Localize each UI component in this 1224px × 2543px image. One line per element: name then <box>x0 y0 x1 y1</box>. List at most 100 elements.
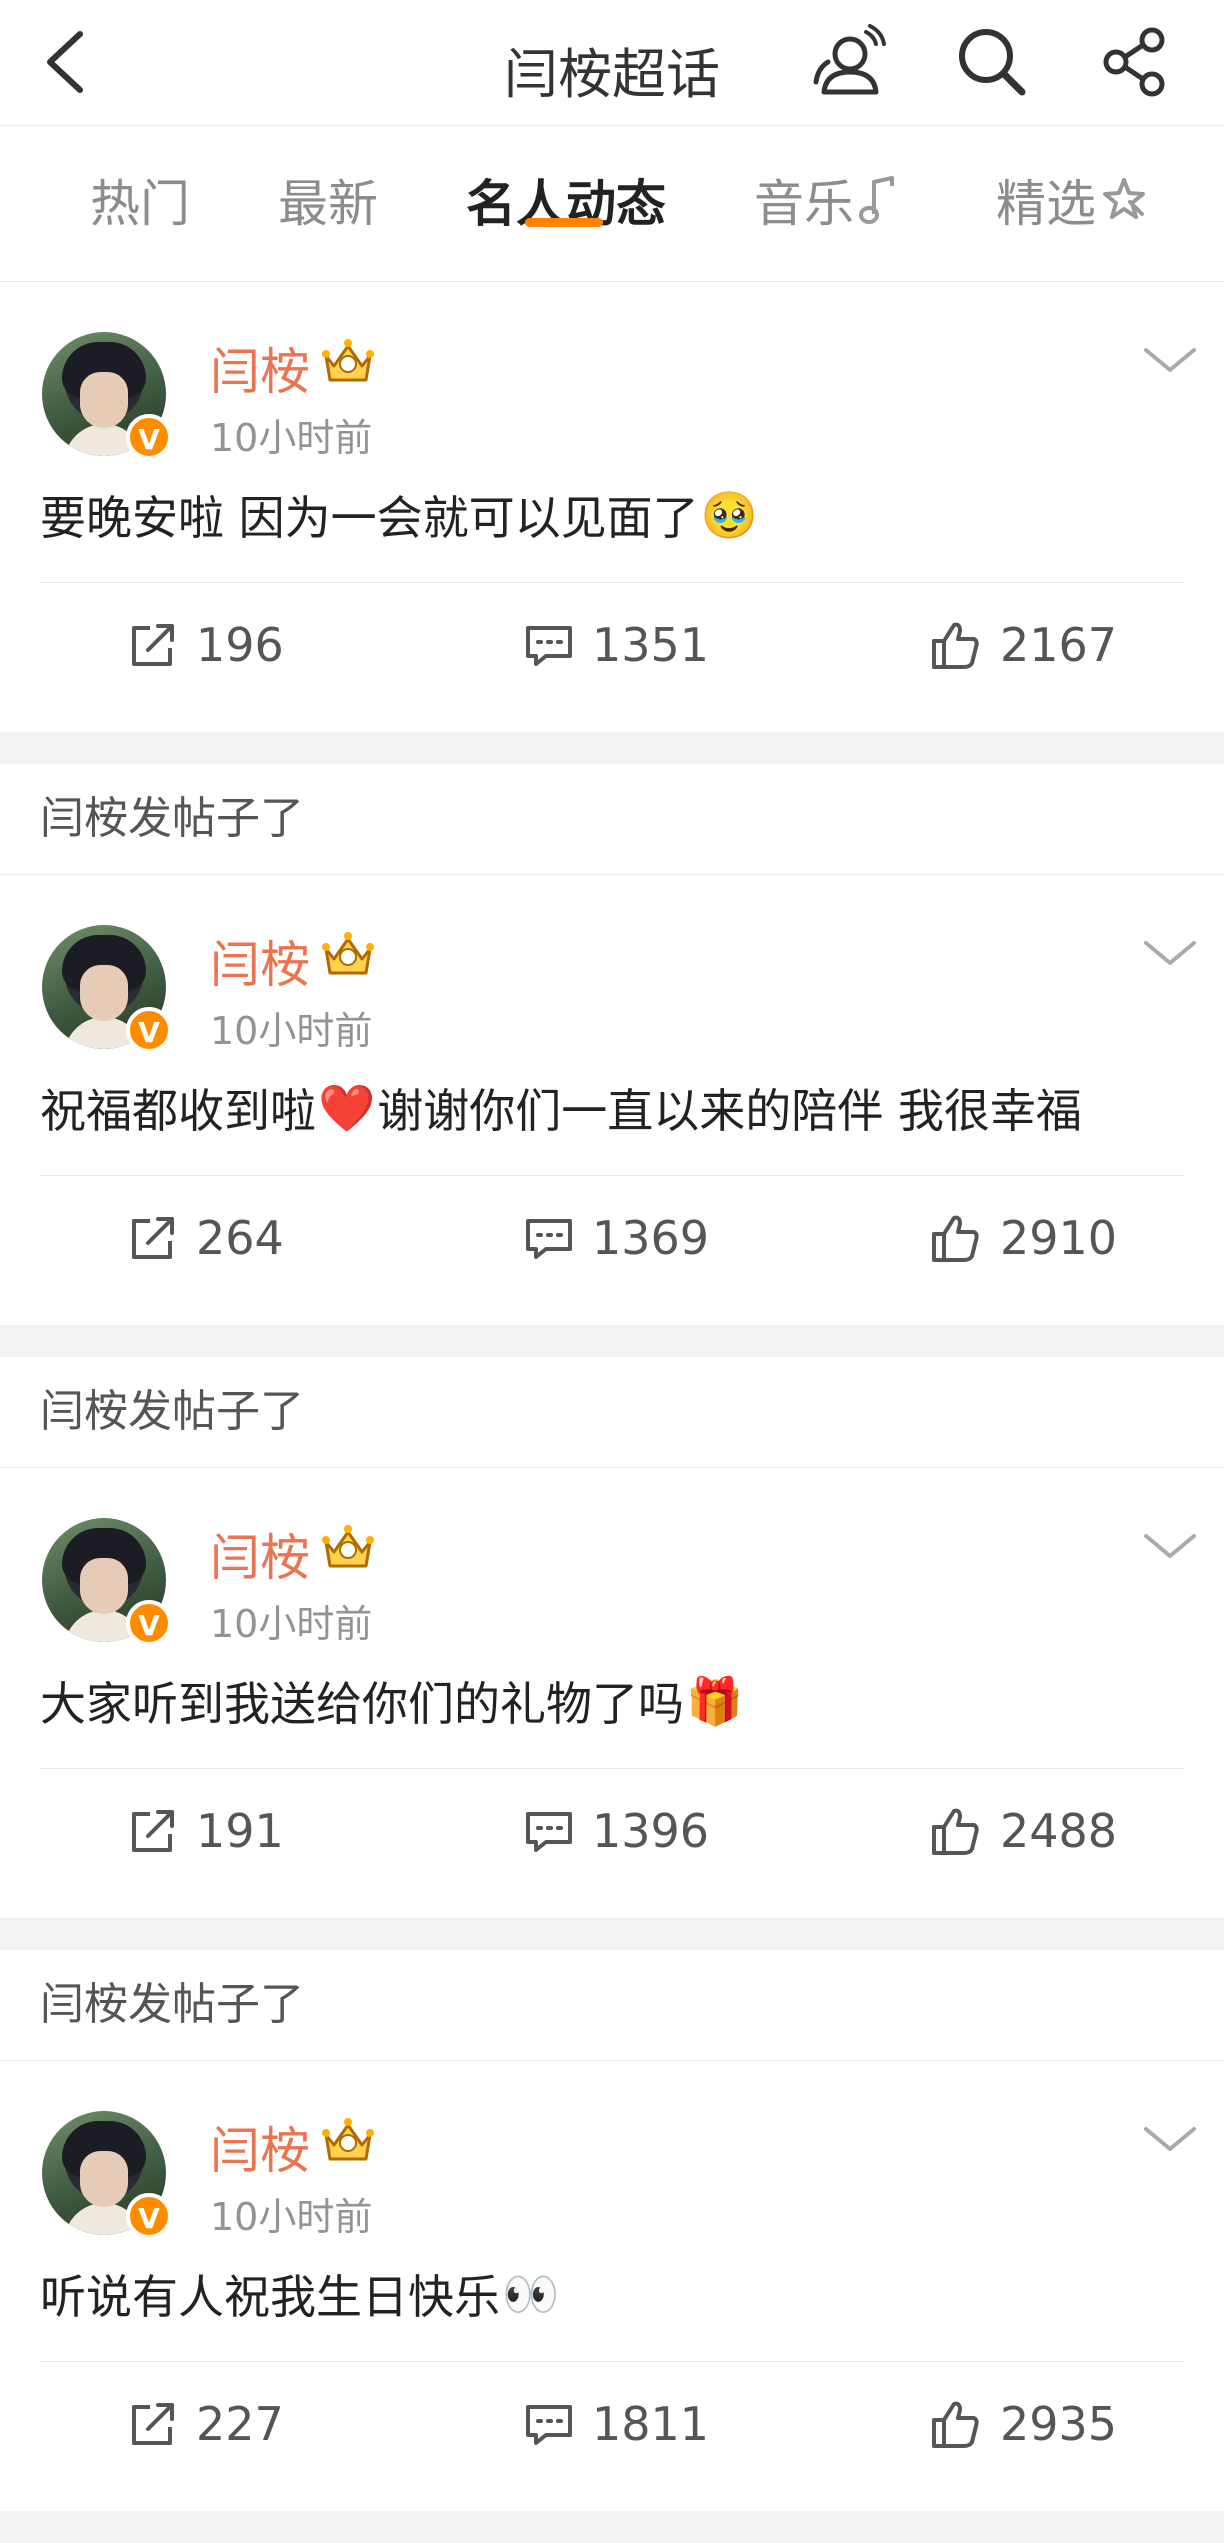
divider <box>40 1768 1184 1769</box>
emoji-icon: 🥹 <box>700 487 758 542</box>
chevron-down-icon[interactable] <box>1140 1526 1200 1566</box>
share-icon[interactable] <box>1096 22 1176 102</box>
post-text-segment: 要晚安啦 因为一会就可以见面了 <box>40 491 699 545</box>
username[interactable]: 闫桉 <box>210 925 310 997</box>
like-button[interactable]: 2935 <box>930 2389 1117 2459</box>
avatar[interactable]: V <box>42 2111 172 2239</box>
comment-icon <box>526 2405 572 2445</box>
back-arrow-icon[interactable] <box>38 28 98 96</box>
thumbs-up-icon <box>932 2401 979 2448</box>
post-text: 要晚安啦 因为一会就可以见面了 🥹 <box>40 482 760 548</box>
active-tab-indicator <box>525 218 603 227</box>
section-label: 闫桉发帖子了 <box>0 1357 1224 1468</box>
comment-button[interactable]: 1396 <box>524 1796 709 1866</box>
comment-button[interactable]: 1811 <box>524 2389 709 2459</box>
crown-badge-icon <box>322 339 374 382</box>
like-count: 2910 <box>1000 1211 1118 1265</box>
tab-label: 音乐 <box>754 175 854 233</box>
tab-featured[interactable]: 精选 <box>996 164 1148 236</box>
post-card[interactable]: V 闫桉 10小时前 听说有人祝我生日快乐 👀 227 1811 2935 <box>0 2061 1224 2511</box>
username[interactable]: 闫桉 <box>210 332 310 404</box>
verified-badge-icon: V <box>126 1600 172 1646</box>
post-time: 10小时前 <box>210 2195 373 2239</box>
repost-button[interactable]: 264 <box>128 1203 284 1273</box>
like-button[interactable]: 2488 <box>930 1796 1117 1866</box>
like-button[interactable]: 2167 <box>930 610 1117 680</box>
repost-button[interactable]: 227 <box>128 2389 284 2459</box>
tab-label: 精选 <box>996 175 1096 233</box>
chevron-down-icon[interactable] <box>1140 340 1200 380</box>
crown-badge-icon <box>322 932 374 975</box>
post-text-segment: 祝福都收到啦 <box>40 1084 316 1138</box>
repost-icon <box>132 2403 174 2445</box>
user-group-icon[interactable] <box>808 22 888 102</box>
section-gap <box>0 732 1224 764</box>
tab-label: 热门 <box>90 175 190 233</box>
verified-badge-icon: V <box>126 2193 172 2239</box>
chevron-down-icon[interactable] <box>1140 2119 1200 2159</box>
section-gap <box>0 1325 1224 1357</box>
emoji-icon: 🎁 <box>686 1673 744 1728</box>
comment-icon <box>526 1219 572 1259</box>
emoji-icon: 👀 <box>502 2266 560 2321</box>
repost-icon <box>132 1217 174 1259</box>
post-text-segment: 谢谢你们一直以来的陪伴 我很幸福 <box>377 1084 1082 1138</box>
post-time: 10小时前 <box>210 416 373 460</box>
tab-hot[interactable]: 热门 <box>90 164 190 236</box>
tab-label: 最新 <box>278 175 378 233</box>
like-count: 2488 <box>1000 1804 1118 1858</box>
tab-music[interactable]: 音乐 <box>754 164 900 236</box>
repost-button[interactable]: 196 <box>128 610 284 680</box>
verified-badge-icon: V <box>126 1007 172 1053</box>
thumbs-up-icon <box>932 1215 979 1262</box>
avatar[interactable]: V <box>42 925 172 1053</box>
tab-latest[interactable]: 最新 <box>278 164 378 236</box>
comment-button[interactable]: 1351 <box>524 610 709 680</box>
section-gap <box>0 2511 1224 2543</box>
comment-icon <box>526 626 572 666</box>
post-text: 祝福都收到啦 ❤️ 谢谢你们一直以来的陪伴 我很幸福 <box>40 1075 1082 1141</box>
divider <box>40 1175 1184 1176</box>
top-bar: 闫桉超话 <box>0 0 1224 126</box>
post-time: 10小时前 <box>210 1602 373 1646</box>
repost-count: 227 <box>196 2397 284 2451</box>
music-note-icon <box>859 176 894 224</box>
repost-count: 196 <box>196 618 284 672</box>
like-count: 2167 <box>1000 618 1118 672</box>
post-time: 10小时前 <box>210 1009 373 1053</box>
crown-badge-icon <box>322 1525 374 1568</box>
star-icon <box>1103 178 1145 219</box>
comment-button[interactable]: 1369 <box>524 1203 709 1273</box>
post-text: 大家听到我送给你们的礼物了吗 🎁 <box>40 1668 745 1734</box>
divider <box>40 582 1184 583</box>
comment-icon <box>526 1812 572 1852</box>
repost-icon <box>132 1810 174 1852</box>
post-card[interactable]: V 闫桉 10小时前 祝福都收到啦 ❤️ 谢谢你们一直以来的陪伴 我很幸福 264 <box>0 875 1224 1325</box>
like-button[interactable]: 2910 <box>930 1203 1117 1273</box>
comment-count: 1369 <box>592 1211 710 1265</box>
section-label: 闫桉发帖子了 <box>0 1950 1224 2061</box>
divider <box>40 2361 1184 2362</box>
verified-badge-icon: V <box>126 414 172 460</box>
page-title: 闫桉超话 <box>504 43 720 106</box>
comment-count: 1351 <box>592 618 710 672</box>
chevron-down-icon[interactable] <box>1140 933 1200 973</box>
post-card[interactable]: V 闫桉 10小时前 要晚安啦 因为一会就可以见面了 🥹 196 1351 21… <box>0 282 1224 732</box>
section-gap <box>0 1918 1224 1950</box>
post-feed: V 闫桉 10小时前 要晚安啦 因为一会就可以见面了 🥹 196 1351 21… <box>0 282 1224 2543</box>
repost-icon <box>132 624 174 666</box>
repost-button[interactable]: 191 <box>128 1796 284 1866</box>
avatar[interactable]: V <box>42 1518 172 1646</box>
username[interactable]: 闫桉 <box>210 1518 310 1590</box>
search-icon[interactable] <box>952 22 1032 102</box>
post-text: 听说有人祝我生日快乐 👀 <box>40 2261 561 2327</box>
username[interactable]: 闫桉 <box>210 2111 310 2183</box>
post-text-segment: 听说有人祝我生日快乐 <box>40 2270 500 2324</box>
thumbs-up-icon <box>932 622 979 669</box>
post-card[interactable]: V 闫桉 10小时前 大家听到我送给你们的礼物了吗 🎁 191 1396 248… <box>0 1468 1224 1918</box>
repost-count: 191 <box>196 1804 284 1858</box>
repost-count: 264 <box>196 1211 284 1265</box>
avatar[interactable]: V <box>42 332 172 460</box>
tab-bar: 热门 最新 名人动态 音乐 精选 <box>0 126 1224 282</box>
comment-count: 1811 <box>592 2397 710 2451</box>
